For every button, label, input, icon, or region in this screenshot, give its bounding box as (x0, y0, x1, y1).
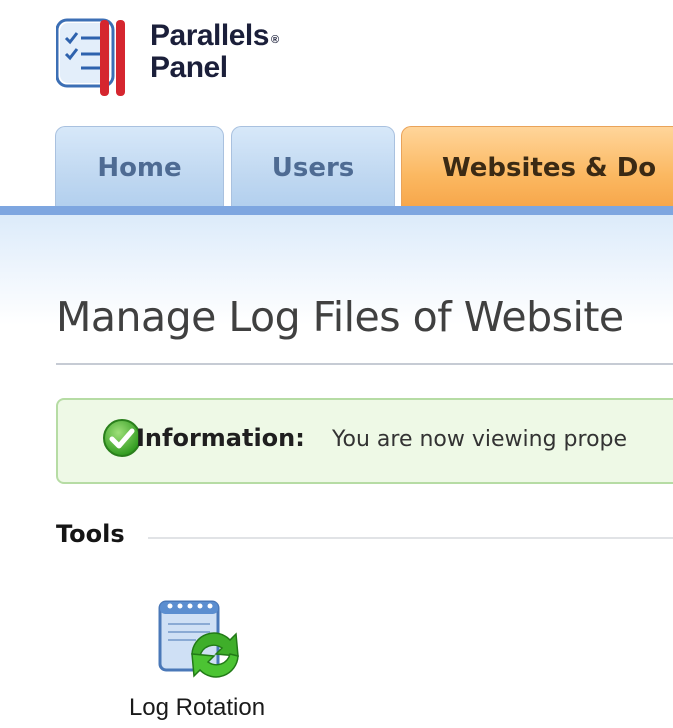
title-divider (56, 363, 673, 365)
main-tabs: Home Users Websites & Do (0, 126, 673, 208)
parallels-panel-logo[interactable]: Parallels ® Panel (56, 18, 316, 98)
registered-mark: ® (270, 34, 279, 46)
log-rotation-icon (158, 600, 239, 678)
information-label: Information: (136, 424, 305, 452)
tab-users[interactable]: Users (231, 126, 395, 208)
logo-wordmark: Parallels ® Panel (150, 20, 279, 84)
page-title: Manage Log Files of Website (56, 293, 624, 341)
logo-line-2: Panel (150, 51, 228, 84)
logo-line-1: Parallels (150, 19, 269, 52)
tab-home[interactable]: Home (55, 126, 224, 208)
log-rotation-tool[interactable]: Log Rotation (112, 598, 282, 724)
tools-divider (148, 537, 673, 539)
tab-websites-domains[interactable]: Websites & Do (401, 126, 673, 208)
tool-label: Log Rotation (128, 694, 266, 721)
tab-bar-underline (0, 206, 673, 215)
information-text: You are now viewing prope (332, 427, 628, 452)
tools-heading: Tools (56, 520, 125, 548)
parallels-logo-icon (56, 18, 125, 96)
